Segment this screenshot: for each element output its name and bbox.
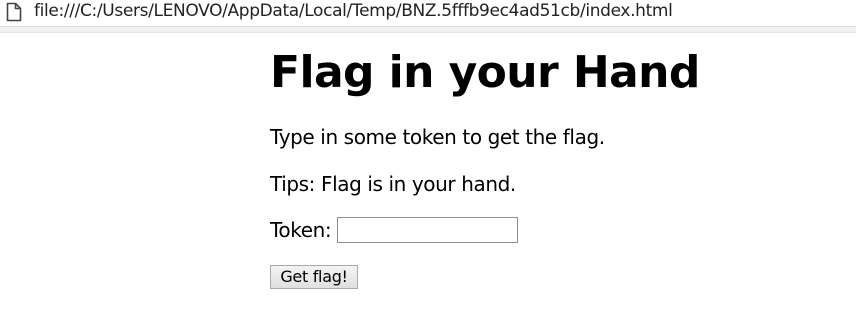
get-flag-button[interactable]: Get flag! bbox=[270, 265, 358, 289]
token-input[interactable] bbox=[336, 217, 518, 243]
url-text[interactable]: file:///C:/Users/LENOVO/AppData/Local/Te… bbox=[34, 0, 673, 22]
address-bar[interactable]: file:///C:/Users/LENOVO/AppData/Local/Te… bbox=[0, 0, 856, 27]
tips-text: Tips: Flag is in your hand. bbox=[270, 172, 516, 196]
toolbar-divider bbox=[0, 27, 856, 33]
token-row: Token: bbox=[270, 217, 518, 243]
instructions-text: Type in some token to get the flag. bbox=[270, 125, 605, 149]
token-label: Token: bbox=[270, 218, 332, 242]
page-title: Flag in your Hand bbox=[270, 47, 700, 98]
document-icon bbox=[6, 2, 22, 22]
